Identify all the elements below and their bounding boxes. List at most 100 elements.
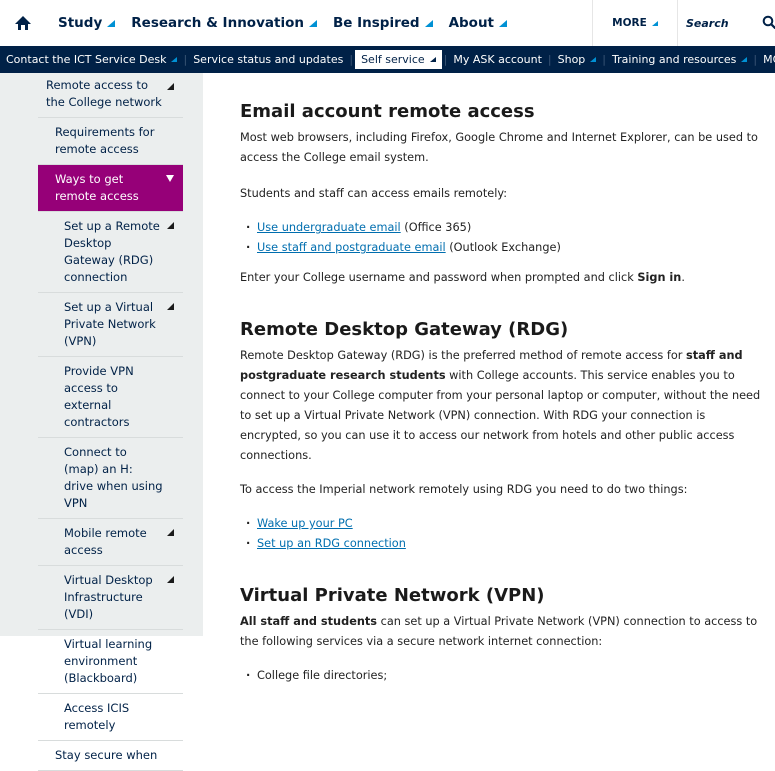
more-menu-button[interactable]: MORE	[592, 0, 677, 46]
sidebar-nav: Remote access to the College network Requ…	[38, 73, 183, 771]
sidebar-item-label: Set up a Virtual Private Network (VPN)	[64, 300, 156, 348]
chevron-down-icon[interactable]	[166, 175, 174, 182]
sidebar-item-label: Requirements for remote access	[55, 125, 155, 156]
section-nav-more[interactable]: MORE	[757, 46, 775, 73]
rdg-text-b: with College accounts. This service enab…	[240, 369, 761, 462]
sidebar-item-stay-secure-when[interactable]: Stay secure when	[38, 741, 183, 771]
section-nav-label: Self service	[361, 53, 425, 66]
section-nav-shop[interactable]: Shop	[552, 46, 603, 73]
signin-text-start: Enter your College username and password…	[240, 271, 638, 284]
undergraduate-email-link[interactable]: Use undergraduate email	[257, 221, 401, 234]
email-intro-text: Most web browsers, including Firefox, Go…	[240, 131, 758, 164]
search-box	[677, 0, 775, 46]
expand-arrow-icon[interactable]	[167, 303, 174, 310]
rdg-text-a: Remote Desktop Gateway (RDG) is the pref…	[240, 349, 687, 362]
section-nav: Contact the ICT Service Desk | Service sta…	[0, 46, 775, 73]
rdg-section-heading: Remote Desktop Gateway (RDG)	[240, 319, 569, 340]
list-item: Wake up your PC	[246, 514, 765, 534]
vpn-description: All staff and students can set up a Virt…	[240, 612, 765, 652]
sidebar-item-set-up-a-remote-desktop-gateway-rdg-connection[interactable]: Set up a Remote Desktop Gateway (RDG) co…	[38, 212, 183, 293]
vpn-service-item: College file directories;	[257, 669, 388, 682]
rdg-steps-intro: To access the Imperial network remotely …	[240, 483, 688, 496]
email-section-heading: Email account remote access	[240, 101, 535, 122]
nav-study-label: Study	[58, 15, 103, 31]
section-nav-label: Contact the ICT Service Desk	[6, 53, 167, 66]
section-nav-label: Shop	[557, 53, 586, 66]
chevron-down-icon	[424, 19, 433, 27]
sidebar-item-label: Virtual Desktop Infrastructure (VDI)	[64, 573, 153, 621]
wake-up-pc-link[interactable]: Wake up your PC	[257, 517, 353, 530]
sidebar-item-label: Remote access to the College network	[46, 78, 162, 109]
section-nav-training-and-resources[interactable]: Training and resources	[606, 46, 753, 73]
sidebar-item-label: Mobile remote access	[64, 526, 147, 557]
sidebar-item-remote-access-to-the-college-network[interactable]: Remote access to the College network	[38, 73, 183, 118]
rdg-description: Remote Desktop Gateway (RDG) is the pref…	[240, 346, 765, 466]
section-nav-contact-the-ict-service-desk[interactable]: Contact the ICT Service Desk	[0, 46, 183, 73]
vpn-service-list: College file directories;	[240, 666, 765, 686]
signin-bold: Sign in	[637, 271, 682, 284]
search-icon[interactable]	[762, 15, 775, 29]
chevron-down-icon	[651, 20, 658, 26]
main-nav: Study Research & Innovation Be Inspired …	[58, 0, 523, 46]
chevron-down-icon	[499, 19, 508, 27]
more-menu-label: MORE	[612, 17, 647, 29]
vpn-bold: All staff and students	[240, 615, 378, 628]
sidebar-item-label: Access ICIS remotely	[64, 701, 130, 732]
sidebar-item-label: Provide VPN access to external contracto…	[64, 364, 134, 429]
sidebar-item-provide-vpn-access-to-external-contractors[interactable]: Provide VPN access to external contracto…	[38, 357, 183, 438]
sidebar-item-access-icis-remotely[interactable]: Access ICIS remotely	[38, 694, 183, 741]
sidebar-item-mobile-remote-access[interactable]: Mobile remote access	[38, 519, 183, 566]
email-students-text: Students and staff can access emails rem…	[240, 187, 508, 200]
nav-be-inspired[interactable]: Be Inspired	[333, 15, 433, 31]
main-content: Email account remote access Most web bro…	[240, 73, 765, 686]
link-suffix: (Outlook Exchange)	[445, 241, 561, 254]
section-nav-label: MORE	[763, 53, 775, 66]
section-nav-label: Service status and updates	[193, 53, 344, 66]
sidebar-item-requirements-for-remote-access[interactable]: Requirements for remote access	[38, 118, 183, 165]
expand-arrow-icon[interactable]	[167, 222, 174, 229]
section-nav-my-ask-account[interactable]: My ASK account	[447, 46, 548, 73]
list-item: College file directories;	[246, 666, 765, 686]
signin-text-end: .	[681, 271, 685, 284]
nav-research[interactable]: Research & Innovation	[131, 15, 317, 31]
sidebar-item-label: Ways to get remote access	[55, 172, 139, 203]
section-nav-label: Training and resources	[612, 53, 737, 66]
section-nav-label: My ASK account	[453, 53, 542, 66]
sidebar-item-label: Connect to (map) an H: drive when using …	[64, 445, 163, 510]
sidebar-item-set-up-a-virtual-private-network-vpn[interactable]: Set up a Virtual Private Network (VPN)	[38, 293, 183, 357]
chevron-down-icon	[741, 57, 748, 62]
nav-research-label: Research & Innovation	[131, 15, 304, 31]
nav-about-label: About	[448, 15, 495, 31]
home-icon	[15, 16, 31, 30]
email-link-list: Use undergraduate email (Office 365) Use…	[240, 218, 765, 258]
vpn-section-heading: Virtual Private Network (VPN)	[240, 585, 545, 606]
chevron-down-icon	[590, 57, 597, 62]
expand-arrow-icon[interactable]	[167, 576, 174, 583]
list-item: Use undergraduate email (Office 365)	[246, 218, 765, 238]
chevron-down-icon	[308, 19, 317, 27]
sidebar-item-label: Stay secure when	[55, 748, 158, 762]
list-item: Use staff and postgraduate email (Outloo…	[246, 238, 765, 258]
expand-arrow-icon[interactable]	[167, 83, 174, 90]
section-nav-self-service[interactable]: Self service	[355, 50, 442, 69]
list-item: Set up an RDG connection	[246, 534, 765, 554]
email-signin-text: Enter your College username and password…	[240, 268, 765, 288]
rdg-link-list: Wake up your PC Set up an RDG connection	[240, 514, 765, 554]
sidebar-item-label: Virtual learning environment (Blackboard…	[64, 637, 153, 685]
nav-about[interactable]: About	[448, 15, 508, 31]
sidebar-item-virtual-learning-environment-blackboard[interactable]: Virtual learning environment (Blackboard…	[38, 630, 183, 694]
sidebar-item-connect-to-map-an-h-drive-when-using-vpn[interactable]: Connect to (map) an H: drive when using …	[38, 438, 183, 519]
setup-rdg-link[interactable]: Set up an RDG connection	[257, 537, 406, 550]
search-input[interactable]	[684, 15, 756, 31]
sidebar-item-label: Set up a Remote Desktop Gateway (RDG) co…	[64, 219, 160, 284]
chevron-down-icon	[429, 57, 436, 62]
sidebar-item-virtual-desktop-infrastructure-vdi[interactable]: Virtual Desktop Infrastructure (VDI)	[38, 566, 183, 630]
chevron-down-icon	[171, 57, 178, 62]
sidebar-item-ways-to-get-remote-access[interactable]: Ways to get remote access	[38, 165, 183, 212]
home-button[interactable]	[8, 8, 38, 38]
section-nav-service-status-and-updates[interactable]: Service status and updates	[187, 46, 349, 73]
nav-separator: |	[349, 53, 354, 66]
staff-email-link[interactable]: Use staff and postgraduate email	[257, 241, 446, 254]
nav-study[interactable]: Study	[58, 15, 116, 31]
expand-arrow-icon[interactable]	[167, 529, 174, 536]
